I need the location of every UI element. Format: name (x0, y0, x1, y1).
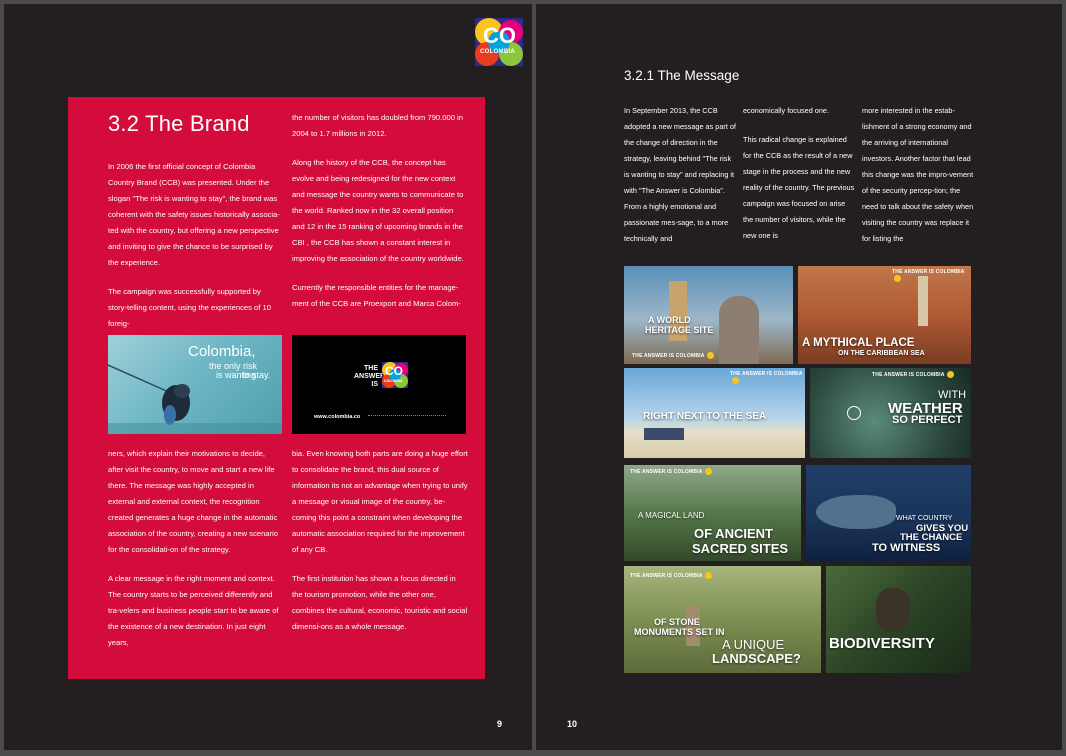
ad-logo-subtext: COLOMBIA (384, 379, 403, 383)
ad-line: IS (371, 381, 378, 388)
brand-panel: 3.2 The Brand In 2006 the first official… (68, 97, 485, 679)
mini-logo-icon (894, 275, 901, 282)
tag-text: THE ANSWER IS COLOMBIA (632, 352, 705, 359)
weather-icon (847, 406, 861, 420)
text-column-1-top: In 2006 the first official concept of Co… (108, 159, 280, 345)
text-column-1-bottom: ners, which explain their motivations to… (108, 446, 280, 664)
photo-tile-sacred-sites: THE ANSWER IS COLOMBIA A MAGICAL LAND OF… (624, 465, 801, 561)
left-page: CO COLOMBIA 3.2 The Brand In 2006 the fi… (4, 4, 532, 750)
ad-social-links (368, 415, 446, 419)
photo-tile-heritage: A WORLD HERITAGE SITE THE ANSWER IS COLO… (624, 266, 793, 364)
tile-caption: TO WITNESS (872, 542, 941, 554)
logo-subtext: COLOMBIA (480, 49, 516, 55)
mini-logo-icon (704, 572, 712, 579)
tile-tag: THE ANSWER IS COLOMBIA (630, 572, 712, 579)
ad-logo-text: CO (385, 364, 403, 378)
text-column-3: more interested in the estab-lishment of… (862, 106, 974, 243)
answer-is-colombia-ad: THE ANSWER IS CO COLOMBIA www.colombia.c… (292, 335, 466, 434)
mini-logo-icon (946, 371, 954, 378)
tile-caption: ON THE CARIBBEAN SEA (838, 350, 925, 357)
paragraph: This radical change is explained for the… (743, 135, 855, 240)
tile-caption: MONUMENTS SET IN (634, 627, 725, 637)
tag-text: THE ANSWER IS COLOMBIA (892, 269, 965, 275)
tile-tag: THE ANSWER IS COLOMBIA (630, 468, 712, 475)
paragraph: The campaign was successfully supported … (108, 287, 271, 328)
tile-tag: THE ANSWER IS COLOMBIA (892, 269, 971, 282)
right-page: 3.2.1 The Message In September 2013, the… (536, 4, 1062, 750)
section-heading: 3.2 The Brand (108, 111, 250, 136)
page-number: 10 (567, 719, 578, 729)
text-column-2-top: the number of visitors has doubled from … (292, 110, 468, 325)
tile-caption: OF STONE (654, 617, 700, 627)
tile-caption: A UNIQUE (722, 637, 785, 652)
section-heading: 3.2.1 The Message (624, 68, 740, 83)
colombia-logo: CO COLOMBIA (475, 18, 523, 66)
paragraph: bia. Even knowing both parts are doing a… (292, 449, 468, 554)
ad-line: ANSWER (354, 373, 386, 380)
tag-text: THE ANSWER IS COLOMBIA (872, 371, 945, 378)
paragraph: the number of visitors has doubled from … (292, 113, 463, 138)
tag-text: THE ANSWER IS COLOMBIA (630, 468, 703, 475)
text-column-2-bottom: bia. Even knowing both parts are doing a… (292, 446, 468, 648)
ad-logo: CO COLOMBIA (382, 362, 408, 388)
paragraph: Along the history of the CCB, the concep… (292, 158, 464, 263)
tile-caption: RIGHT NEXT TO THE SEA (643, 411, 767, 422)
photo-tile-stone-monuments: THE ANSWER IS COLOMBIA OF STONE MONUMENT… (624, 566, 821, 673)
tile-tag: THE ANSWER IS COLOMBIA (872, 371, 954, 378)
ad-url: www.colombia.co (314, 414, 361, 420)
page-number: 9 (497, 719, 503, 729)
mini-logo-icon (704, 468, 712, 475)
photo-tile-biodiversity: BIODIVERSITY (826, 566, 971, 673)
text-column-1: In September 2013, the CCB adopted a new… (624, 106, 736, 243)
photo-tile-sea: THE ANSWER IS COLOMBIA RIGHT NEXT TO THE… (624, 368, 805, 458)
photo-title: Colombia, (188, 343, 256, 360)
tile-caption: SO PERFECT (892, 414, 963, 426)
tile-caption: LANDSCAPE? (712, 651, 801, 666)
tile-caption: OF ANCIENT (694, 526, 773, 541)
hummingbird-photo: Colombia, the only risk is wanting to st… (108, 335, 282, 434)
tile-tag: THE ANSWER IS COLOMBIA (632, 352, 714, 359)
tag-text: THE ANSWER IS COLOMBIA (630, 572, 703, 579)
ad-line: THE (364, 365, 378, 372)
paragraph: A clear message in the right moment and … (108, 574, 279, 647)
paragraph: ners, which explain their motivations to… (108, 449, 278, 554)
photo-line: to stay. (242, 370, 271, 380)
tile-caption: WHAT COUNTRY (896, 515, 953, 522)
photo-tile-weather: THE ANSWER IS COLOMBIA WITH WEATHER SO P… (810, 368, 971, 458)
paragraph: The first institution has shown a focus … (292, 574, 468, 631)
tile-caption: A MAGICAL LAND (638, 511, 705, 520)
mini-logo-icon (732, 377, 739, 384)
tile-caption: HERITAGE SITE (645, 325, 714, 335)
tile-caption: A MYTHICAL PLACE (802, 337, 915, 349)
tile-tag: THE ANSWER IS COLOMBIA (730, 371, 805, 384)
photo-tile-whale: WHAT COUNTRY GIVES YOU THE CHANCE TO WIT… (806, 465, 971, 561)
text-column-2: economically focused one. This radical c… (743, 103, 855, 244)
tile-caption: A WORLD (648, 315, 691, 325)
tile-caption: SACRED SITES (692, 541, 789, 556)
logo-text: CO (483, 23, 516, 48)
paragraph: economically focused one. (743, 106, 829, 115)
paragraph: Currently the responsible entities for t… (292, 283, 461, 308)
mini-logo-icon (706, 352, 714, 359)
tile-caption: BIODIVERSITY (829, 635, 935, 652)
paragraph: In 2006 the first official concept of Co… (108, 162, 280, 267)
photo-tile-caribbean: THE ANSWER IS COLOMBIA A MYTHICAL PLACE … (798, 266, 971, 364)
tag-text: THE ANSWER IS COLOMBIA (730, 371, 803, 377)
